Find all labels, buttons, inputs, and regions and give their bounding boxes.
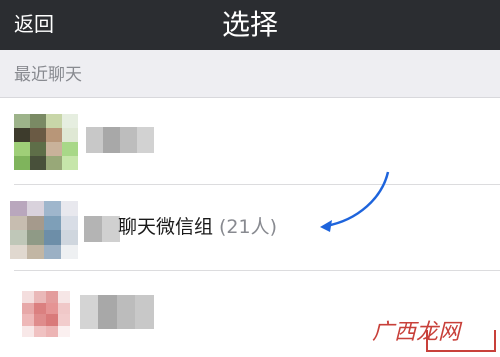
member-count: (21人) xyxy=(219,216,278,238)
watermark-frame xyxy=(426,330,496,352)
nav-bar: 返回 选择 xyxy=(0,0,500,50)
chat-name-blurred xyxy=(86,127,154,153)
section-label: 最近聊天 xyxy=(14,65,82,85)
chat-name-blurred xyxy=(80,295,154,329)
avatar xyxy=(14,114,78,170)
chat-name-blurred xyxy=(84,216,120,242)
annotation-arrow-icon xyxy=(320,171,390,232)
chat-item[interactable] xyxy=(0,99,500,184)
section-header: 最近聊天 xyxy=(0,50,500,98)
avatar xyxy=(22,291,70,337)
page-title: 选择 xyxy=(221,8,278,41)
group-name: 聊天微信组 xyxy=(118,216,214,238)
avatar xyxy=(10,201,78,259)
chat-name: 聊天微信组 (21人) xyxy=(118,212,277,239)
